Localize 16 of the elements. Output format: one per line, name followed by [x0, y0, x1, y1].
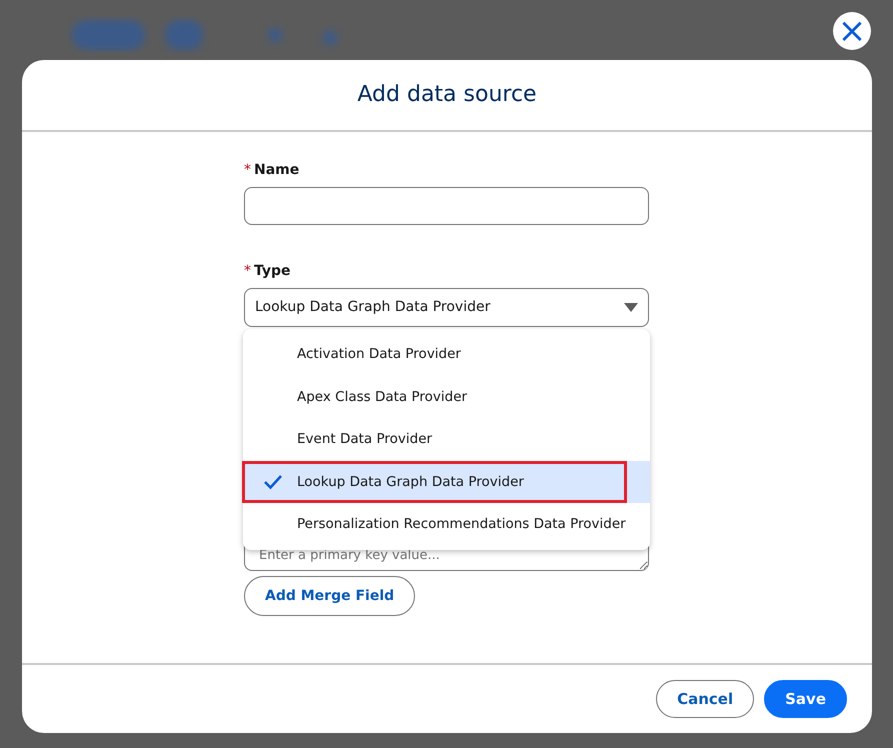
- dropdown-option[interactable]: Personalization Recommendations Data Provider: [243, 503, 650, 546]
- dialog-title: Add data source: [357, 82, 537, 108]
- caret-icon: [624, 303, 638, 312]
- dropdown-option[interactable]: Activation Data Provider: [243, 333, 650, 376]
- name-field[interactable]: [244, 187, 649, 225]
- dropdown-option[interactable]: Lookup Data Graph Data Provider: [243, 460, 650, 503]
- add-merge-field-button[interactable]: Add Merge Field: [244, 576, 416, 616]
- field-label: * Type: [244, 262, 292, 281]
- checkmark-icon: [263, 474, 283, 490]
- type-select[interactable]: Lookup Data Graph Data Provider: [244, 288, 649, 327]
- cancel-button[interactable]: Cancel: [656, 680, 754, 718]
- dropdown-option[interactable]: Event Data Provider: [243, 418, 650, 460]
- save-button[interactable]: Save: [764, 680, 847, 718]
- close-button[interactable]: ×: [833, 12, 871, 50]
- field-label: * Name: [244, 161, 300, 180]
- dropdown-option[interactable]: Apex Class Data Provider: [243, 376, 650, 418]
